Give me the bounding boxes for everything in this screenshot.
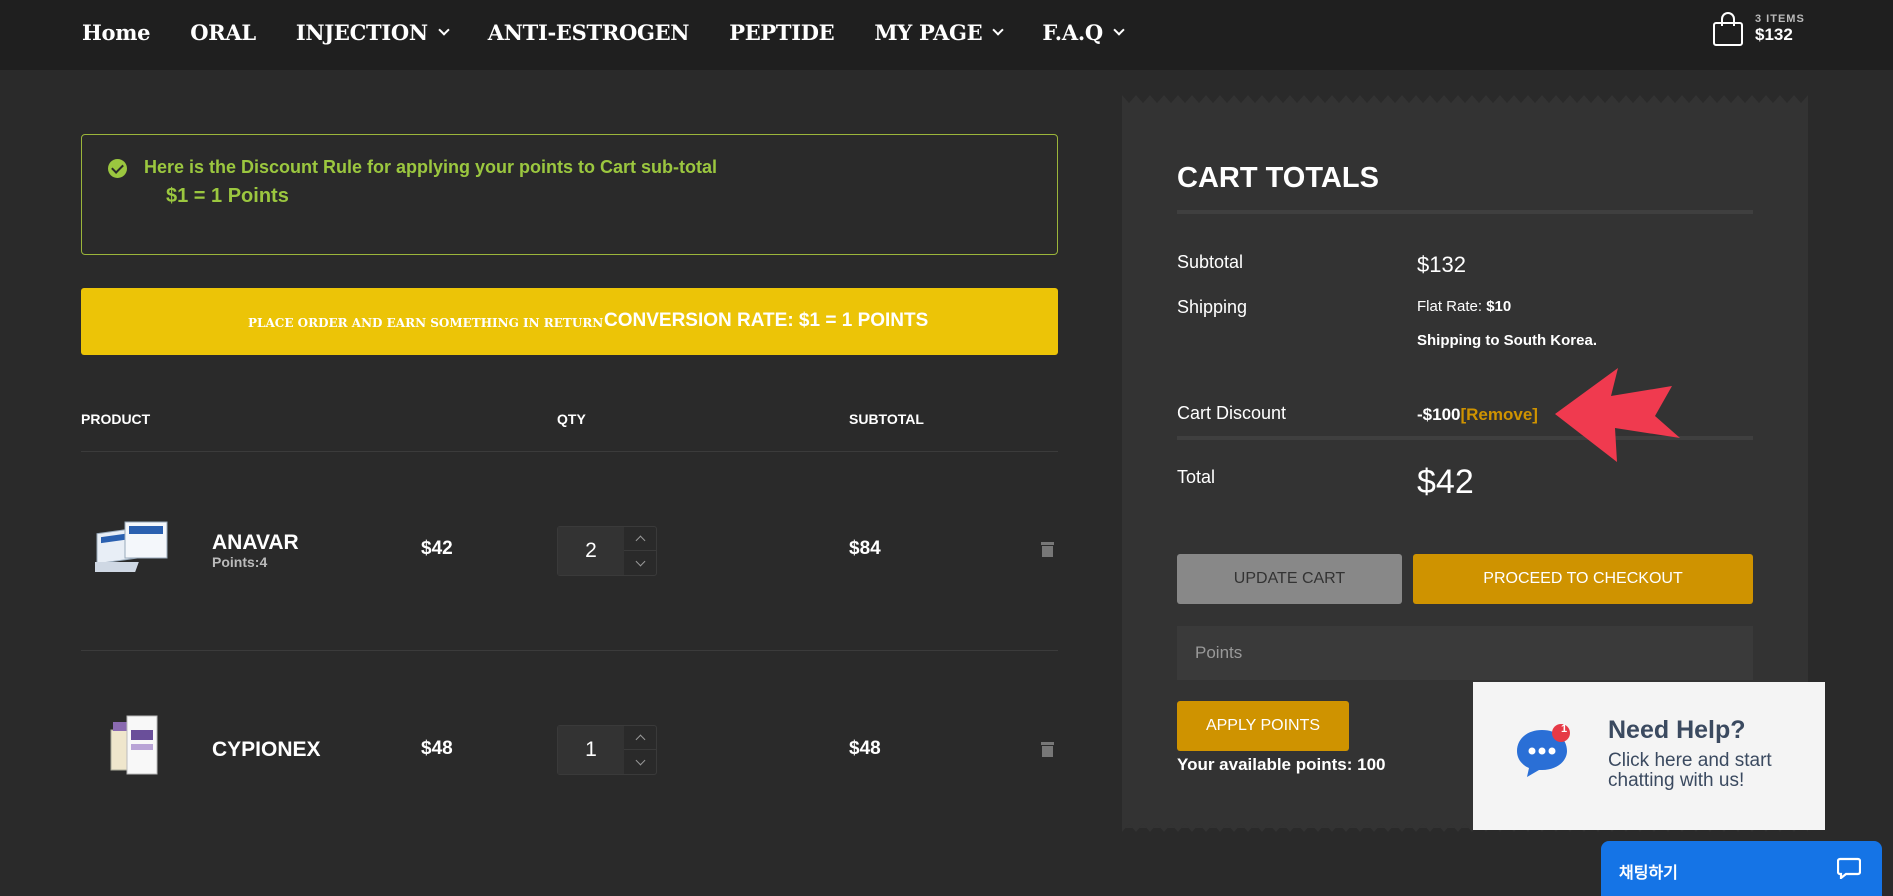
divider <box>81 650 1058 651</box>
cart-row: ANAVAR Points:4 $42 2 $84 <box>81 480 1058 620</box>
chat-bar[interactable]: 채팅하기 <box>1601 841 1882 896</box>
need-help-title: Need Help? <box>1608 716 1746 744</box>
points-input[interactable] <box>1177 626 1753 680</box>
divider <box>81 451 1058 452</box>
shipping-destination: Shipping to South Korea. <box>1417 332 1597 349</box>
chevron-up-icon <box>635 734 645 745</box>
nav-item-oral[interactable]: ORAL <box>190 20 256 45</box>
nav-item-peptide[interactable]: PEPTIDE <box>729 20 834 45</box>
divider <box>1177 210 1753 214</box>
quantity-value[interactable]: 1 <box>558 726 624 774</box>
column-header-product: PRODUCT <box>81 411 151 427</box>
cart-row: CYPIONEX $48 1 $48 <box>81 680 1058 820</box>
shipping-rate-value: $10 <box>1486 298 1512 315</box>
quantity-decrement-button[interactable] <box>624 551 656 575</box>
shipping-rate-label: Flat Rate: <box>1417 298 1483 315</box>
chat-bar-label: 채팅하기 <box>1619 865 1678 882</box>
remove-discount-link[interactable]: [Remove] <box>1460 405 1537 424</box>
subtotal-value: $132 <box>1417 252 1466 277</box>
cart-discount-label: Cart Discount <box>1177 403 1287 423</box>
product-image-anavar <box>95 521 168 572</box>
row-subtotal: $48 <box>849 738 881 759</box>
chevron-down-icon <box>992 24 1004 36</box>
notice-text: Here is the Discount Rule for applying y… <box>144 157 718 177</box>
quantity-increment-button[interactable] <box>624 527 656 551</box>
mini-cart-summary: 3 ITEMS $132 <box>1755 13 1805 45</box>
trash-icon[interactable] <box>1041 742 1054 757</box>
nav-item-label: MY PAGE <box>874 20 983 45</box>
top-nav: Home ORAL INJECTION ANTI-ESTROGEN PEPTID… <box>0 0 1893 70</box>
nav-item-label: INJECTION <box>295 20 428 45</box>
mini-cart-count: 3 ITEMS <box>1755 13 1805 25</box>
nav-item-my-page[interactable]: MY PAGE <box>874 20 1004 45</box>
subtotal-label: Subtotal <box>1177 252 1244 272</box>
chevron-up-icon <box>635 535 645 546</box>
chevron-down-icon <box>438 24 450 36</box>
shipping-label: Shipping <box>1177 297 1248 317</box>
need-help-text-line1: Click here and start <box>1608 750 1772 771</box>
chevron-down-icon <box>635 556 645 566</box>
total-value: $42 <box>1417 463 1474 501</box>
shipping-rate: Flat Rate: $10 <box>1417 298 1511 315</box>
check-circle-icon <box>108 159 127 178</box>
quantity-increment-button[interactable] <box>624 726 656 750</box>
need-help-widget[interactable]: 1 Need Help? Click here and start chatti… <box>1473 682 1825 830</box>
trash-icon[interactable] <box>1041 542 1054 557</box>
discount-rule-notice: Here is the Discount Rule for applying y… <box>81 134 1058 255</box>
proceed-to-checkout-button[interactable]: PROCEED TO CHECKOUT <box>1413 554 1753 604</box>
product-image-cypionex <box>110 715 158 775</box>
cart-discount-value: -$100[Remove] <box>1417 405 1538 425</box>
product-points: Points:4 <box>212 554 268 570</box>
nav-item-home[interactable]: Home <box>82 20 151 45</box>
shopping-bag-icon <box>1713 12 1743 46</box>
quantity-value[interactable]: 2 <box>558 527 624 575</box>
nav-item-injection[interactable]: INJECTION <box>295 20 450 45</box>
chevron-down-icon <box>1113 24 1125 36</box>
earn-points-banner: PLACE ORDER AND EARN SOMETHING IN RETURN… <box>81 288 1058 355</box>
nav-item-label: F.A.Q <box>1042 20 1103 45</box>
update-cart-button[interactable]: UPDATE CART <box>1177 554 1402 604</box>
nav-item-label: Home <box>82 20 151 45</box>
mini-cart[interactable]: 3 ITEMS $132 <box>1713 12 1805 46</box>
available-points: Your available points: 100 <box>1177 755 1386 774</box>
need-help-text-line2: chatting with us! <box>1608 770 1745 791</box>
column-header-qty: QTY <box>557 411 586 427</box>
nav-item-faq[interactable]: F.A.Q <box>1042 20 1125 45</box>
row-subtotal: $84 <box>849 538 881 559</box>
nav-item-label: PEPTIDE <box>729 20 835 45</box>
nav-item-anti-estrogen[interactable]: ANTI-ESTROGEN <box>487 20 690 45</box>
product-name[interactable]: ANAVAR <box>212 531 299 555</box>
apply-points-button[interactable]: APPLY POINTS <box>1177 701 1349 751</box>
product-name[interactable]: CYPIONEX <box>212 738 321 762</box>
column-header-subtotal: SUBTOTAL <box>849 411 924 427</box>
total-label: Total <box>1177 467 1216 487</box>
cart-totals-title: CART TOTALS <box>1177 162 1379 194</box>
banner-tagline: PLACE ORDER AND EARN SOMETHING IN RETURN <box>248 316 604 330</box>
mini-cart-amount: $132 <box>1755 25 1793 44</box>
quantity-stepper[interactable]: 2 <box>557 526 657 576</box>
notice-rate: $1 = 1 Points <box>166 185 289 207</box>
annotation-arrow-icon <box>1555 368 1680 462</box>
discount-amount: -$100 <box>1417 405 1461 424</box>
chat-icon <box>1837 857 1861 879</box>
product-price: $42 <box>421 538 453 559</box>
nav-item-label: ANTI-ESTROGEN <box>487 20 690 45</box>
product-price: $48 <box>421 738 453 759</box>
quantity-decrement-button[interactable] <box>624 750 656 774</box>
chevron-down-icon <box>635 755 645 765</box>
notification-badge: 1 <box>1560 723 1568 735</box>
banner-conversion-rate: CONVERSION RATE: $1 = 1 POINTS <box>604 310 929 331</box>
quantity-stepper[interactable]: 1 <box>557 725 657 775</box>
nav-item-label: ORAL <box>190 20 256 45</box>
nav-menu: Home ORAL INJECTION ANTI-ESTROGEN PEPTID… <box>82 20 1163 45</box>
